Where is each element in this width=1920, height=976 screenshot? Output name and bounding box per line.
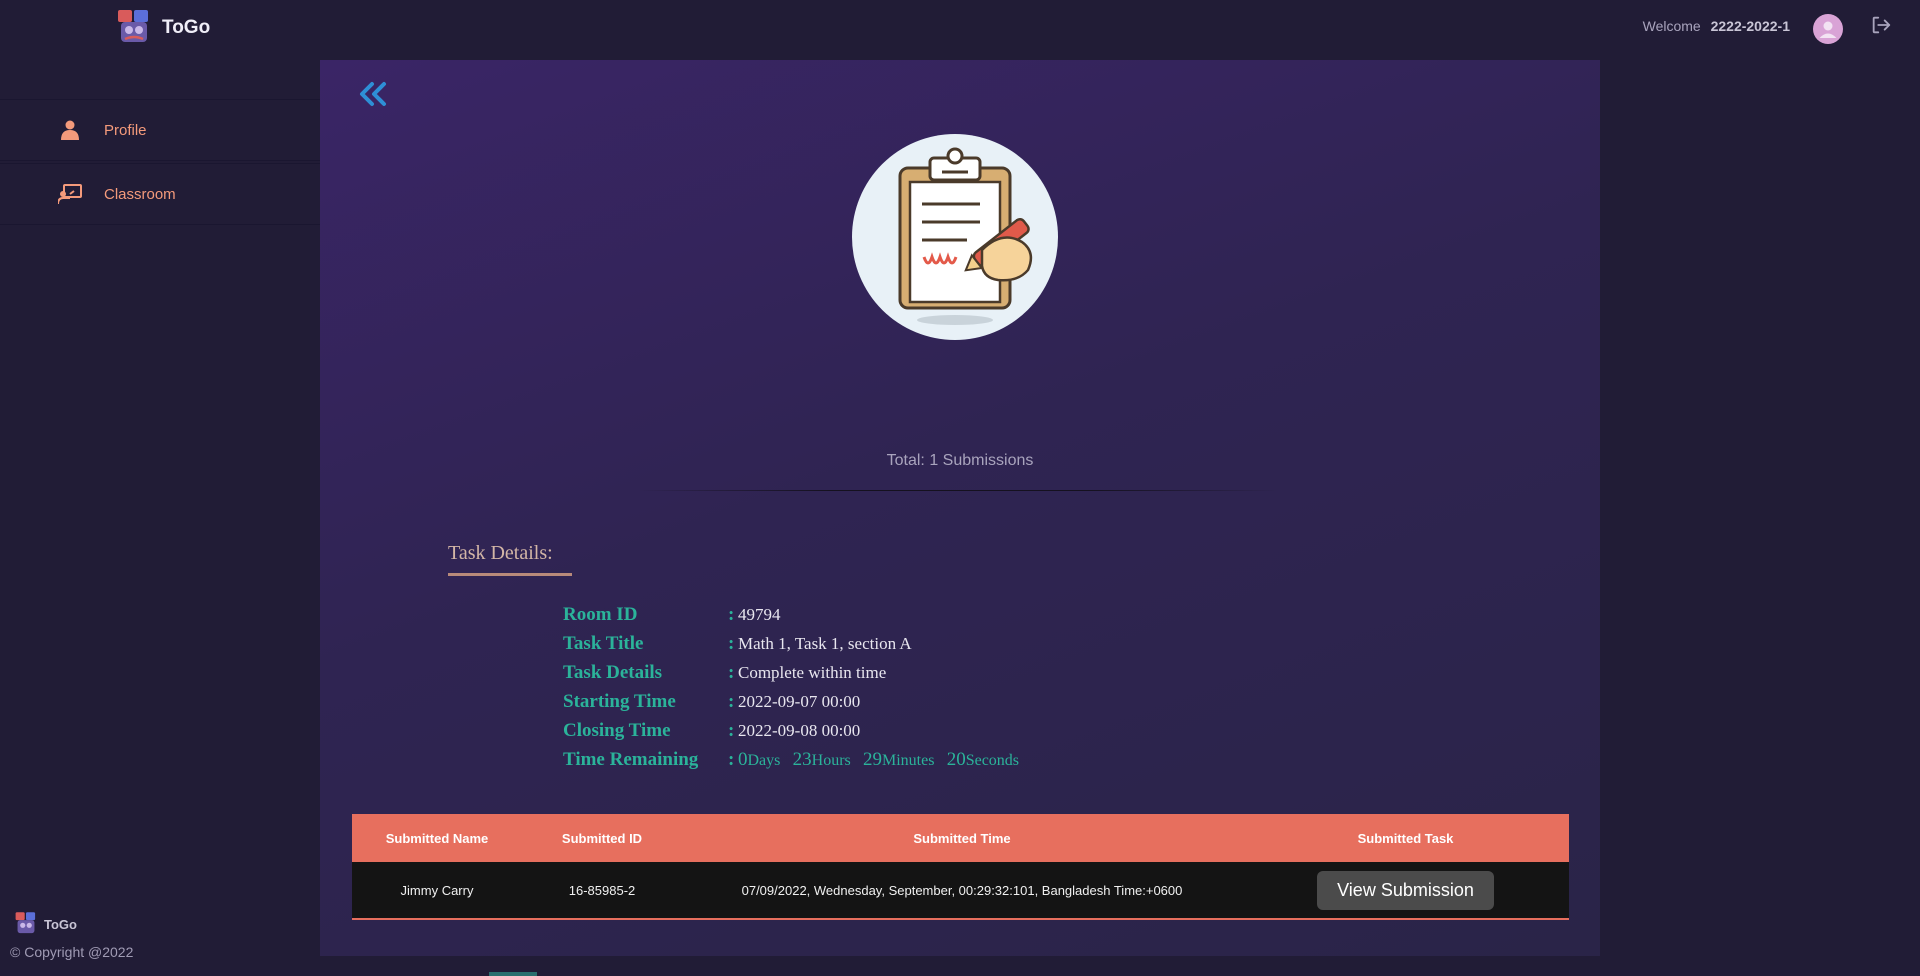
sidebar-item-label: Profile: [104, 121, 147, 139]
countdown-seconds: 20: [946, 748, 966, 770]
avatar[interactable]: [1813, 14, 1843, 44]
detail-row-starting-time: Starting Time : 2022-09-07 00:00: [563, 687, 1027, 716]
detail-value: 49794: [738, 604, 781, 624]
detail-colon: :: [728, 719, 735, 741]
detail-label: Starting Time: [563, 690, 676, 712]
task-details-list: Room ID : 49794 Task Title : Math 1, Tas…: [563, 600, 1027, 774]
bottom-accent-bar: [489, 972, 537, 976]
table-header: Submitted Name Submitted ID Submitted Ti…: [352, 814, 1569, 862]
sidebar-item-classroom[interactable]: Classroom: [0, 163, 320, 225]
countdown-hours-unit: Hours: [811, 751, 851, 769]
detail-colon: :: [728, 661, 735, 683]
detail-value: Complete within time: [738, 662, 887, 682]
brand-name: ToGo: [162, 17, 211, 38]
togo-logo-icon: [15, 912, 36, 934]
togo-logo-icon: [116, 8, 152, 48]
sidebar-item-profile[interactable]: Profile: [0, 99, 320, 161]
detail-value: Math 1, Task 1, section A: [738, 633, 912, 653]
column-header-name: Submitted Name: [385, 830, 489, 846]
total-submissions: Total: 1 Submissions: [886, 452, 1034, 469]
view-submission-button[interactable]: View Submission: [1317, 870, 1494, 910]
cell-submitted-id: 16-85985-2: [568, 882, 636, 898]
detail-label: Task Details: [563, 661, 663, 683]
clipboard-illustration-icon: [852, 132, 1062, 342]
logout-icon[interactable]: [1870, 14, 1896, 40]
footer-brand: ToGo: [14, 911, 77, 937]
detail-row-task-title: Task Title : Math 1, Task 1, section A: [563, 629, 1027, 658]
detail-row-time-remaining: Time Remaining : 0Days 23Hours 29Minutes…: [563, 745, 1027, 774]
column-header-id: Submitted ID: [561, 830, 643, 846]
classroom-icon: [58, 182, 82, 206]
sidebar: Profile Classroom: [0, 99, 320, 227]
task-details-heading: Task Details:: [448, 542, 572, 576]
detail-row-task-details: Task Details : Complete within time: [563, 658, 1027, 687]
table-row: Jimmy Carry 16-85985-2 07/09/2022, Wedne…: [352, 862, 1569, 920]
cell-submitted-task: View Submission: [1242, 870, 1569, 910]
countdown-days: 0: [738, 748, 748, 770]
welcome-label: Welcome: [1642, 18, 1701, 34]
cell-submitted-time: 07/09/2022, Wednesday, September, 00:29:…: [741, 882, 1183, 898]
countdown-days-unit: Days: [747, 751, 781, 769]
detail-value: 2022-09-07 00:00: [738, 691, 861, 711]
welcome-text: Welcome 2222-2022-1: [1643, 18, 1790, 34]
detail-row-closing-time: Closing Time : 2022-09-08 00:00: [563, 716, 1027, 745]
detail-colon: :: [728, 748, 735, 770]
divider: [638, 490, 1278, 491]
main-panel: Total: 1 Submissions Task Details: Room …: [320, 60, 1600, 956]
detail-label: Time Remaining: [563, 748, 699, 770]
detail-label: Task Title: [563, 632, 644, 654]
detail-colon: :: [728, 603, 735, 625]
detail-colon: :: [728, 632, 735, 654]
user-icon: [58, 118, 82, 142]
username: 2222-2022-1: [1710, 18, 1790, 34]
sidebar-item-label: Classroom: [104, 185, 176, 203]
detail-colon: :: [728, 690, 735, 712]
detail-label: Closing Time: [563, 719, 671, 741]
user-avatar-icon: [1819, 21, 1837, 38]
countdown-minutes-unit: Minutes: [882, 751, 935, 769]
detail-value: 2022-09-08 00:00: [738, 720, 861, 740]
back-double-chevron-icon[interactable]: [356, 78, 392, 114]
footer-brand-name: ToGo: [44, 916, 77, 932]
copyright: © Copyright @2022: [10, 944, 134, 960]
countdown-seconds-unit: Seconds: [965, 751, 1020, 769]
brand[interactable]: ToGo: [116, 8, 210, 48]
countdown-timer: 0Days 23Hours 29Minutes 20Seconds: [738, 749, 1027, 771]
column-header-task: Submitted Task: [1357, 830, 1454, 846]
column-header-time: Submitted Time: [913, 830, 1011, 846]
submissions-table: Submitted Name Submitted ID Submitted Ti…: [352, 814, 1569, 920]
countdown-hours: 23: [792, 748, 812, 770]
detail-row-room-id: Room ID : 49794: [563, 600, 1027, 629]
detail-label: Room ID: [563, 603, 638, 625]
top-bar: ToGo Welcome 2222-2022-1: [0, 0, 1920, 56]
cell-submitted-name: Jimmy Carry: [400, 882, 474, 898]
countdown-minutes: 29: [863, 748, 882, 770]
